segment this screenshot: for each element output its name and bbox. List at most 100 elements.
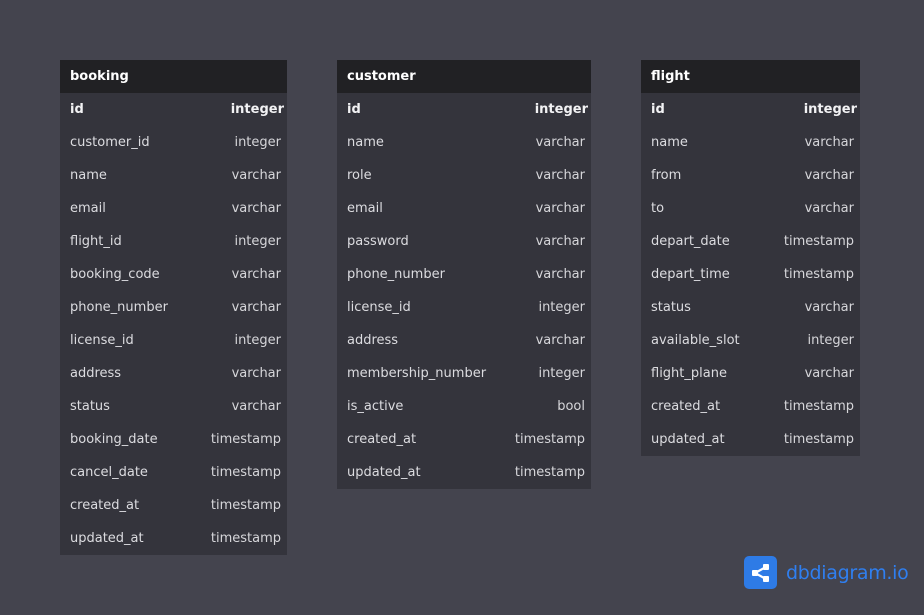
column-type: integer: [234, 135, 281, 150]
column-name: id: [70, 102, 84, 117]
column-name: address: [347, 333, 399, 348]
column-type: varchar: [804, 135, 854, 150]
column-name: name: [651, 135, 688, 150]
column-name: booking_date: [70, 432, 158, 447]
column-name: name: [347, 135, 384, 150]
column-type: varchar: [231, 399, 281, 414]
column-name: email: [70, 201, 106, 216]
column-type: timestamp: [514, 465, 585, 480]
column-row[interactable]: created_at timestamp: [60, 489, 287, 522]
column-row[interactable]: address varchar: [60, 357, 287, 390]
table-flight[interactable]: flight id integer name varchar from varchar to…: [641, 60, 860, 456]
column-row[interactable]: phone_number varchar: [337, 258, 591, 291]
column-row[interactable]: id integer: [337, 93, 591, 126]
column-row[interactable]: available_slot integer: [641, 324, 860, 357]
column-type: varchar: [535, 267, 585, 282]
column-type: varchar: [804, 366, 854, 381]
column-row[interactable]: license_id integer: [60, 324, 287, 357]
column-row[interactable]: updated_at timestamp: [60, 522, 287, 555]
column-name: updated_at: [651, 432, 725, 447]
table-header-customer[interactable]: customer: [337, 60, 591, 93]
column-row[interactable]: id integer: [641, 93, 860, 126]
column-row[interactable]: created_at timestamp: [641, 390, 860, 423]
column-name: status: [70, 399, 110, 414]
table-header-booking[interactable]: booking: [60, 60, 287, 93]
column-row[interactable]: name varchar: [641, 126, 860, 159]
column-type: timestamp: [210, 498, 281, 513]
column-row[interactable]: created_at timestamp: [337, 423, 591, 456]
column-name: email: [347, 201, 383, 216]
column-row[interactable]: license_id integer: [337, 291, 591, 324]
column-name: updated_at: [70, 531, 144, 546]
column-row[interactable]: role varchar: [337, 159, 591, 192]
column-type: varchar: [231, 168, 281, 183]
column-type: varchar: [231, 267, 281, 282]
column-row[interactable]: address varchar: [337, 324, 591, 357]
column-type: varchar: [535, 201, 585, 216]
column-row[interactable]: name varchar: [60, 159, 287, 192]
column-row[interactable]: updated_at timestamp: [337, 456, 591, 489]
column-row[interactable]: from varchar: [641, 159, 860, 192]
column-row[interactable]: status varchar: [60, 390, 287, 423]
column-name: license_id: [347, 300, 411, 315]
column-type: integer: [538, 366, 585, 381]
column-name: depart_date: [651, 234, 730, 249]
column-name: available_slot: [651, 333, 740, 348]
column-type: integer: [230, 102, 284, 117]
column-type: timestamp: [210, 531, 281, 546]
column-row[interactable]: id integer: [60, 93, 287, 126]
column-row[interactable]: depart_time timestamp: [641, 258, 860, 291]
column-type: integer: [534, 102, 588, 117]
column-row[interactable]: status varchar: [641, 291, 860, 324]
column-name: cancel_date: [70, 465, 148, 480]
column-row[interactable]: password varchar: [337, 225, 591, 258]
column-name: to: [651, 201, 665, 216]
column-row[interactable]: customer_id integer: [60, 126, 287, 159]
column-name: customer_id: [70, 135, 150, 150]
table-booking[interactable]: booking id integer customer_id integer name v…: [60, 60, 287, 555]
column-name: from: [651, 168, 682, 183]
column-type: varchar: [535, 168, 585, 183]
column-type: timestamp: [783, 432, 854, 447]
column-type: integer: [234, 333, 281, 348]
column-name: password: [347, 234, 409, 249]
column-row[interactable]: membership_number integer: [337, 357, 591, 390]
table-header-flight[interactable]: flight: [641, 60, 860, 93]
table-customer[interactable]: customer id integer name varchar role varchar…: [337, 60, 591, 489]
brand-name: dbdiagram.io: [786, 561, 909, 584]
column-row[interactable]: email varchar: [337, 192, 591, 225]
column-row[interactable]: updated_at timestamp: [641, 423, 860, 456]
table-columns-flight: id integer name varchar from varchar to varchar…: [641, 93, 860, 456]
column-row[interactable]: booking_code varchar: [60, 258, 287, 291]
column-name: updated_at: [347, 465, 421, 480]
column-type: integer: [234, 234, 281, 249]
column-type: integer: [803, 102, 857, 117]
column-name: id: [347, 102, 361, 117]
column-type: varchar: [804, 300, 854, 315]
column-row[interactable]: cancel_date timestamp: [60, 456, 287, 489]
share-nodes-icon: [744, 556, 777, 589]
column-type: varchar: [804, 168, 854, 183]
column-type: integer: [807, 333, 854, 348]
dbdiagram-brand[interactable]: dbdiagram.io: [744, 556, 909, 589]
column-row[interactable]: flight_id integer: [60, 225, 287, 258]
column-row[interactable]: name varchar: [337, 126, 591, 159]
column-row[interactable]: phone_number varchar: [60, 291, 287, 324]
column-row[interactable]: booking_date timestamp: [60, 423, 287, 456]
column-name: flight_id: [70, 234, 122, 249]
column-name: id: [651, 102, 665, 117]
column-row[interactable]: to varchar: [641, 192, 860, 225]
column-type: varchar: [231, 366, 281, 381]
column-row[interactable]: is_active bool: [337, 390, 591, 423]
column-type: timestamp: [783, 234, 854, 249]
column-row[interactable]: email varchar: [60, 192, 287, 225]
column-row[interactable]: flight_plane varchar: [641, 357, 860, 390]
column-type: timestamp: [783, 399, 854, 414]
column-name: depart_time: [651, 267, 730, 282]
column-name: is_active: [347, 399, 404, 414]
column-name: created_at: [70, 498, 140, 513]
column-type: varchar: [231, 201, 281, 216]
column-row[interactable]: depart_date timestamp: [641, 225, 860, 258]
column-name: status: [651, 300, 691, 315]
column-name: role: [347, 168, 372, 183]
